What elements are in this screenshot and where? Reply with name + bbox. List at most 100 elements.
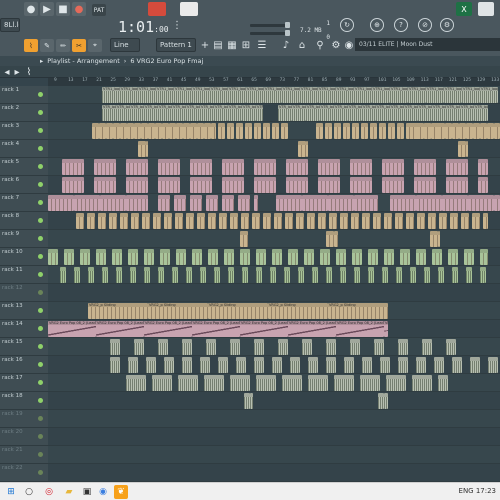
clock-settings-icon[interactable]: ⋮ <box>172 20 182 31</box>
select-tool-icon[interactable]: ⌖ <box>88 39 102 52</box>
pattern-clip[interactable] <box>468 195 494 211</box>
pattern-clip[interactable] <box>430 231 438 247</box>
pattern-clip[interactable]: VTR_loop <box>362 105 376 121</box>
track-header[interactable]: rack 10 <box>0 248 48 266</box>
track-header[interactable]: rack 1 <box>0 86 48 104</box>
pattern-clip[interactable] <box>438 123 445 139</box>
pattern-clip[interactable] <box>183 123 190 139</box>
pattern-clip[interactable] <box>450 213 458 229</box>
pattern-clip[interactable] <box>106 123 113 139</box>
pattern-clip[interactable] <box>96 249 106 265</box>
touch-keyboard-icon[interactable]: ⚲ <box>314 38 326 52</box>
chrome-icon[interactable]: ◉ <box>96 485 110 499</box>
track-mute-led[interactable] <box>38 344 43 349</box>
pattern-clip[interactable] <box>464 249 474 265</box>
pattern-clip[interactable]: VRG2 Euro Pop 08_2 (Leading) Tricky <box>144 321 192 337</box>
pattern-clip[interactable]: VTR1_loop <box>372 87 390 103</box>
pattern-clip[interactable] <box>396 267 402 283</box>
pattern-clip[interactable]: VTR_loop <box>320 105 334 121</box>
online-news-icon[interactable]: ↻ <box>340 18 354 32</box>
pattern-clip[interactable]: VTR1_loop <box>354 87 372 103</box>
slice-tool-icon[interactable]: ✂ <box>72 39 86 52</box>
track-lane[interactable] <box>48 140 500 158</box>
pattern-clip[interactable] <box>176 249 186 265</box>
pattern-clip[interactable] <box>236 357 246 373</box>
pattern-clip[interactable]: VTR_loop <box>130 105 144 121</box>
track-lane[interactable]: VRG2 Euro Pop 08_2 (Leading) Tricky VRG2 … <box>48 320 500 338</box>
pattern-clip[interactable] <box>182 357 192 373</box>
pattern-clip[interactable] <box>250 393 253 409</box>
pattern-clip[interactable] <box>190 123 197 139</box>
track-mute-led[interactable] <box>38 200 43 205</box>
pattern-clip[interactable] <box>340 213 348 229</box>
pattern-clip[interactable] <box>172 267 178 283</box>
track-lane[interactable] <box>48 356 500 374</box>
pattern-clip[interactable] <box>126 375 146 391</box>
pattern-clip[interactable]: VTR_loop <box>256 105 263 121</box>
pattern-clip[interactable] <box>373 213 381 229</box>
pattern-clip[interactable]: VTR1_loop <box>156 87 174 103</box>
mixer-icon[interactable]: ☰ <box>256 38 268 52</box>
track-header[interactable]: rack 20 <box>0 428 48 446</box>
pattern-clip[interactable] <box>222 177 244 193</box>
pattern-clip[interactable] <box>432 249 442 265</box>
pattern-clip[interactable] <box>478 177 488 193</box>
pattern-clip[interactable] <box>134 339 144 355</box>
track-lane[interactable] <box>48 428 500 446</box>
pattern-clip[interactable] <box>438 267 444 283</box>
pattern-clip[interactable] <box>100 195 126 211</box>
pattern-clip[interactable] <box>222 159 244 175</box>
pattern-clip[interactable]: VRG2 Euro Pop 08_2 (Leading) Tricky <box>288 321 336 337</box>
pattern-clip[interactable] <box>245 123 252 139</box>
pattern-clip[interactable] <box>254 177 276 193</box>
pattern-clip[interactable] <box>422 339 432 355</box>
pattern-clip[interactable] <box>336 249 346 265</box>
track-header[interactable]: rack 14 <box>0 320 48 338</box>
pattern-clip[interactable]: VTR1_loop <box>408 87 426 103</box>
pattern-clip[interactable]: VRG2_p Sliding <box>208 303 268 319</box>
pattern-clip[interactable] <box>320 249 330 265</box>
play-button[interactable]: ▶ <box>40 2 54 16</box>
record-icon[interactable]: ◉ <box>344 38 354 52</box>
track-mute-led[interactable] <box>38 416 43 421</box>
paint-tool-icon[interactable]: ✎ <box>40 39 54 52</box>
pattern-clip[interactable] <box>483 213 488 229</box>
pattern-clip[interactable] <box>164 357 174 373</box>
pattern-clip[interactable]: VTR_loop <box>446 105 460 121</box>
pattern-clip[interactable]: VTR1_loop <box>426 87 444 103</box>
pattern-clip[interactable] <box>318 213 326 229</box>
pattern-clip[interactable] <box>131 213 139 229</box>
pattern-clip[interactable] <box>178 375 198 391</box>
pattern-clip[interactable]: VTR1_loop <box>318 87 336 103</box>
pattern-clip[interactable] <box>368 267 374 283</box>
browser-window-button[interactable] <box>148 2 166 16</box>
pattern-clip[interactable] <box>74 195 100 211</box>
pattern-clip[interactable] <box>62 159 84 175</box>
pattern-clip[interactable] <box>240 249 250 265</box>
pattern-clip[interactable] <box>158 159 180 175</box>
track-mute-led[interactable] <box>38 326 43 331</box>
pattern-clip[interactable] <box>480 249 488 265</box>
pattern-clip[interactable] <box>112 249 122 265</box>
pattern-clip[interactable]: VTR_loop <box>348 105 362 121</box>
pattern-clip[interactable] <box>228 267 234 283</box>
track-header[interactable]: rack 4 <box>0 140 48 158</box>
pattern-clip[interactable] <box>272 357 282 373</box>
track-header[interactable]: rack 2 <box>0 104 48 122</box>
pattern-clip[interactable] <box>182 339 192 355</box>
pattern-clip[interactable] <box>438 375 448 391</box>
pattern-clip[interactable] <box>144 267 150 283</box>
track-lane[interactable] <box>48 176 500 194</box>
track-lane[interactable] <box>48 122 500 140</box>
track-header[interactable]: rack 18 <box>0 392 48 410</box>
track-header[interactable]: rack 21 <box>0 446 48 464</box>
pattern-clip[interactable]: VTR1_loop <box>228 87 246 103</box>
pattern-clip[interactable] <box>175 213 183 229</box>
pattern-clip[interactable] <box>382 267 388 283</box>
pattern-clip[interactable] <box>307 213 315 229</box>
pattern-clip[interactable] <box>87 213 95 229</box>
pattern-clip[interactable] <box>400 249 410 265</box>
pattern-clip[interactable]: VTR_loop <box>432 105 446 121</box>
pattern-clip[interactable] <box>254 123 261 139</box>
pattern-clip[interactable] <box>406 213 414 229</box>
